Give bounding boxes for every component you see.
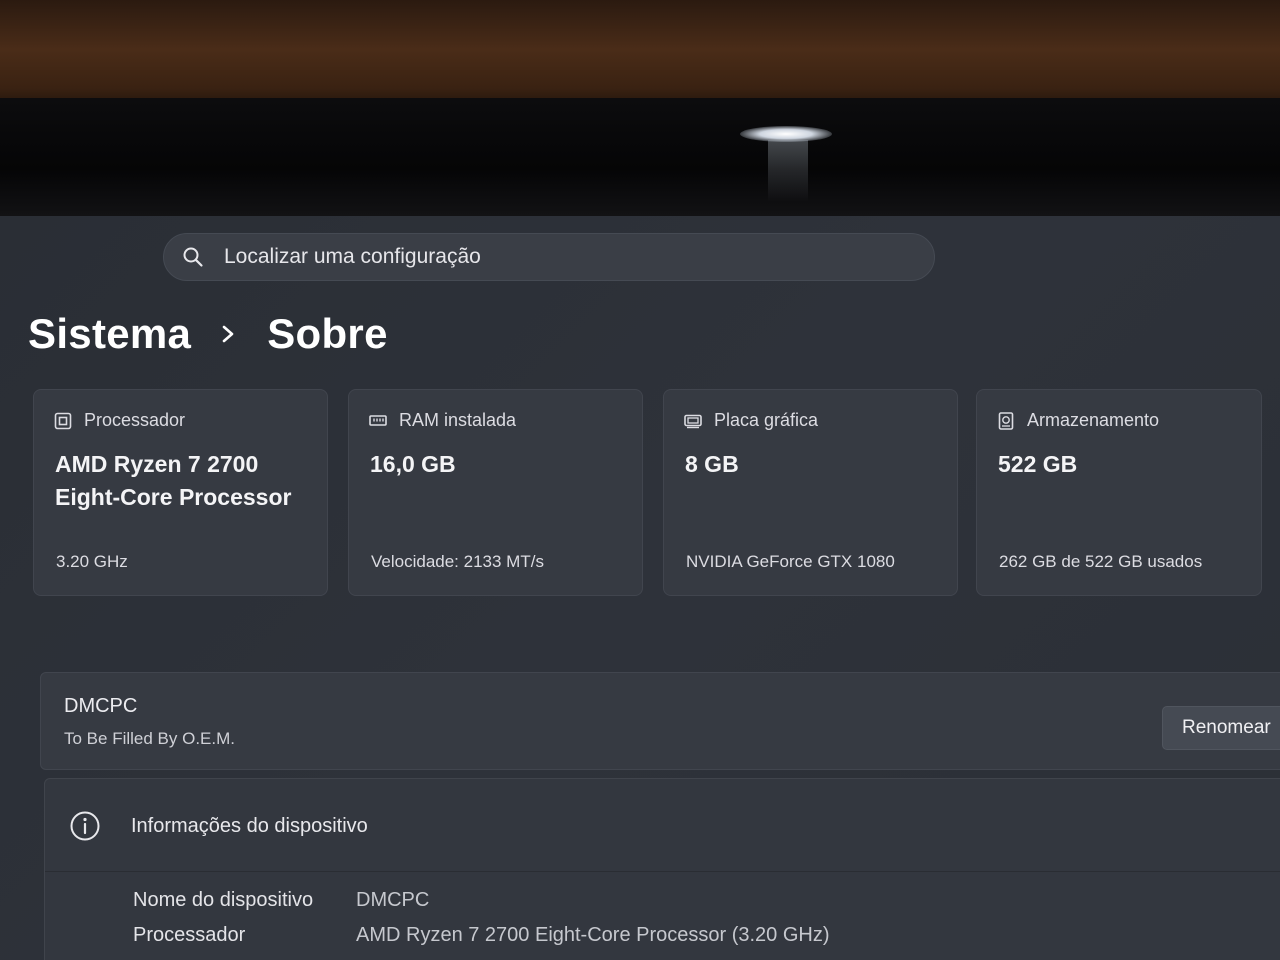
graphics-card-icon: [684, 414, 702, 428]
info-row-value: AMD Ryzen 7 2700 Eight-Core Processor (3…: [356, 924, 830, 946]
device-info-section: Informações do dispositivo Nome do dispo…: [44, 778, 1280, 960]
page-title: Sobre: [267, 310, 388, 357]
card-value: 8 GB: [685, 451, 739, 477]
card-value: 16,0 GB: [370, 451, 456, 477]
card-title: Placa gráfica: [714, 410, 819, 430]
card-subtext: 3.20 GHz: [56, 552, 128, 571]
device-name: DMCPC: [64, 695, 138, 717]
card-ram: RAM instalada 16,0 GB Velocidade: 2133 M…: [348, 389, 643, 596]
card-header: Placa gráfica: [684, 410, 818, 431]
device-info-header[interactable]: Informações do dispositivo: [45, 779, 1280, 872]
card-title: Processador: [84, 410, 186, 430]
search-icon: [183, 247, 203, 267]
search-input[interactable]: Localizar uma configuração: [224, 245, 481, 269]
settings-window: Localizar uma configuração Sistema Sobre…: [0, 216, 1280, 960]
card-header: RAM instalada: [369, 410, 516, 431]
breadcrumb-parent[interactable]: Sistema: [28, 310, 191, 358]
search-box[interactable]: Localizar uma configuração: [163, 233, 935, 281]
card-title: RAM instalada: [399, 410, 517, 430]
card-subtext: 262 GB de 522 GB usados: [999, 552, 1203, 571]
cpu-chip-icon: [54, 412, 72, 429]
card-value: AMD Ryzen 7 2700 Eight-Core Processor: [55, 451, 292, 510]
ram-module-icon: [369, 414, 387, 426]
card-subtext: Velocidade: 2133 MT/s: [371, 552, 544, 571]
info-row-label: Processador: [133, 924, 246, 946]
card-value: 522 GB: [998, 451, 1078, 477]
info-circle-icon: [70, 811, 100, 841]
wall-background: [0, 0, 1280, 110]
storage-drive-icon: [998, 411, 1014, 430]
device-model: To Be Filled By O.E.M.: [64, 729, 235, 748]
monitor-bezel: [0, 98, 1280, 218]
device-name-panel: DMCPC To Be Filled By O.E.M. Renomear: [40, 672, 1280, 770]
device-info-title: Informações do dispositivo: [131, 815, 368, 837]
chevron-right-icon: [222, 325, 234, 343]
breadcrumb: Sistema Sobre: [28, 306, 388, 362]
card-graphics: Placa gráfica 8 GB NVIDIA GeForce GTX 10…: [663, 389, 958, 596]
rename-button[interactable]: Renomear: [1162, 706, 1280, 750]
card-header: Armazenamento: [997, 410, 1159, 431]
card-header: Processador: [54, 410, 185, 431]
card-storage: Armazenamento 522 GB 262 GB de 522 GB us…: [976, 389, 1262, 596]
info-row-label: Nome do dispositivo: [133, 889, 314, 911]
card-subtext: NVIDIA GeForce GTX 1080: [686, 552, 895, 571]
info-row-value: DMCPC: [356, 889, 430, 911]
card-title: Armazenamento: [1027, 410, 1160, 430]
glare-reflection: [768, 140, 808, 202]
card-processor: Processador AMD Ryzen 7 2700 Eight-Core …: [33, 389, 328, 596]
